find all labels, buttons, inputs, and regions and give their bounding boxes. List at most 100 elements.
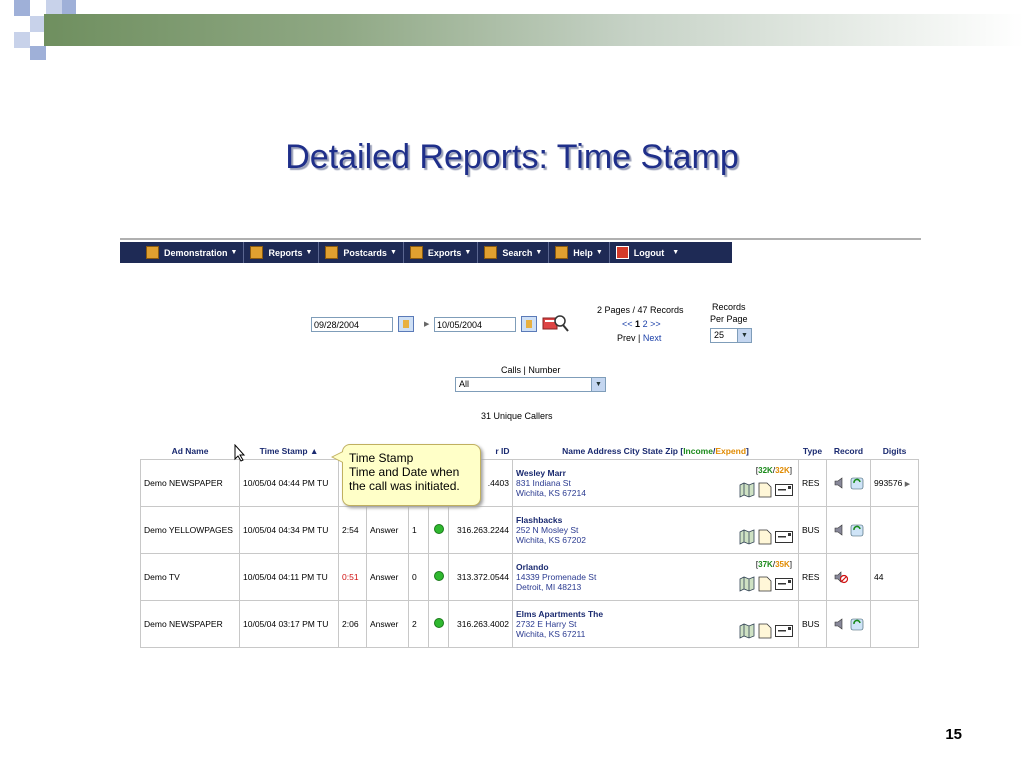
map-icon[interactable] [736, 529, 755, 545]
end-date-input[interactable]: 10/05/2004 [434, 317, 516, 332]
col-record[interactable]: Record [827, 443, 871, 460]
calls-select[interactable]: All ▼ [455, 377, 606, 392]
search-go-icon[interactable] [542, 313, 570, 333]
records-label-2: Per Page [710, 314, 748, 324]
prev-link[interactable]: Prev [617, 333, 636, 343]
search-icon [484, 246, 498, 259]
pager-first[interactable]: << [622, 319, 633, 329]
type-cell: BUS [798, 600, 827, 648]
col-ad-name[interactable]: Ad Name [141, 443, 240, 460]
status-dot-icon [433, 571, 444, 581]
caller-id-cell: 316.263.4002 [448, 600, 513, 648]
duration-cell: 2:54 [338, 506, 367, 554]
speaker-icon[interactable] [830, 618, 847, 630]
postcards-icon [325, 246, 339, 259]
calls-table: Ad Name Time Stamp ▲ r ID Name Address C… [140, 443, 919, 648]
table-row[interactable]: Demo TV 10/05/04 04:11 PM TU 0:51 Answer… [140, 553, 919, 601]
mouse-cursor-icon [234, 444, 246, 462]
col-name-address[interactable]: Name Address City State Zip [Income/Expe… [513, 443, 799, 460]
map-icon[interactable] [736, 623, 755, 639]
document-icon[interactable] [755, 576, 772, 592]
digits-cell: 993576 ▶ [870, 459, 919, 507]
speaker-icon[interactable] [830, 477, 847, 489]
menu-bar: Demonstration ▼ Reports ▼ Postcards ▼ Expor… [120, 242, 732, 263]
status-dot-cell [428, 600, 449, 648]
help-icon [555, 246, 569, 259]
caller-name[interactable]: Flashbacks [516, 515, 795, 525]
caller-name[interactable]: Wesley Marr [516, 468, 795, 478]
pager: << 1 2 >> [622, 319, 661, 329]
status-dot-cell [428, 553, 449, 601]
pages-info: 2 Pages / 47 Records [597, 305, 684, 315]
sort-up-icon: ▲ [309, 446, 319, 456]
digits-cell [870, 600, 919, 648]
tooltip-line-2: the call was initiated. [349, 479, 460, 493]
status-cell: Answer [366, 600, 409, 648]
next-link[interactable]: Next [643, 333, 662, 343]
speaker-icon[interactable] [830, 524, 847, 536]
duration-cell: 0:51 [338, 553, 367, 601]
pager-last[interactable]: >> [650, 319, 661, 329]
map-icon[interactable] [736, 576, 755, 592]
chevron-down-icon: ▼ [591, 378, 605, 391]
end-calendar-icon[interactable] [521, 316, 537, 332]
map-icon[interactable] [736, 482, 755, 498]
menu-exports[interactable]: Exports ▼ [404, 242, 479, 263]
ad-name-cell: Demo NEWSPAPER [140, 459, 240, 507]
mail-icon[interactable] [772, 625, 793, 637]
count-cell: 0 [408, 553, 429, 601]
start-date-input[interactable]: 09/28/2004 [311, 317, 393, 332]
table-row[interactable]: Demo NEWSPAPER 10/05/04 04:44 PM TU .440… [140, 459, 919, 507]
menu-postcards[interactable]: Postcards ▼ [319, 242, 404, 263]
record-cell [826, 506, 871, 554]
menu-logout[interactable]: Logout ▼ [610, 242, 689, 263]
col-time-stamp[interactable]: Time Stamp ▲ [240, 443, 339, 460]
no-recording-icon [830, 571, 849, 584]
demonstration-icon [146, 246, 159, 259]
records-per-page-select[interactable]: 25 ▼ [710, 328, 752, 343]
table-row[interactable]: Demo NEWSPAPER 10/05/04 03:17 PM TU 2:06… [140, 600, 919, 648]
chevron-down-icon: ▼ [737, 329, 751, 342]
pager-page-2[interactable]: 2 [643, 319, 648, 329]
status-dot-icon [433, 524, 444, 534]
time-stamp-cell: 10/05/04 04:44 PM TU [239, 459, 339, 507]
status-dot-cell [428, 506, 449, 554]
recycle-icon[interactable] [847, 618, 864, 631]
time-stamp-cell: 10/05/04 04:34 PM TU [239, 506, 339, 554]
record-cell [826, 459, 871, 507]
ad-name-cell: Demo NEWSPAPER [140, 600, 240, 648]
tooltip-title: Time Stamp [349, 451, 414, 465]
start-calendar-icon[interactable] [398, 316, 414, 332]
logout-icon [615, 246, 629, 259]
menu-demonstration[interactable]: Demonstration ▼ [140, 242, 245, 263]
digits-cell: 44 [870, 553, 919, 601]
recycle-icon[interactable] [847, 524, 864, 537]
play-arrow-icon[interactable]: ▶ [905, 481, 910, 488]
name-address-cell: [37K/35K] Orlando 14339 Promenade St Det… [512, 553, 799, 601]
pager-current: 1 [635, 319, 641, 329]
tooltip-line-1: Time and Date when [349, 465, 460, 479]
status-dot-icon [433, 618, 444, 628]
slide-number: 15 [945, 726, 962, 743]
col-digits[interactable]: Digits [871, 443, 919, 460]
name-address-cell: Elms Apartments The 2732 E Harry St Wich… [512, 600, 799, 648]
document-icon[interactable] [755, 529, 772, 545]
caller-name[interactable]: Elms Apartments The [516, 609, 795, 619]
status-cell: Answer [366, 506, 409, 554]
mail-icon[interactable] [772, 578, 793, 590]
time-stamp-tooltip: Time Stamp Time and Date when the call w… [331, 444, 481, 506]
menu-search[interactable]: Search ▼ [478, 242, 550, 263]
mail-icon[interactable] [772, 531, 793, 543]
menu-help[interactable]: Help ▼ [549, 242, 610, 263]
caller-name[interactable]: Orlando [516, 562, 795, 572]
table-row[interactable]: Demo YELLOWPAGES 10/05/04 04:34 PM TU 2:… [140, 506, 919, 554]
report-screenshot: Demonstration ▼ Reports ▼ Postcards ▼ Expor… [120, 238, 921, 652]
document-icon[interactable] [755, 482, 772, 498]
document-icon[interactable] [755, 623, 772, 639]
menu-reports[interactable]: Reports ▼ [244, 242, 320, 263]
mail-icon[interactable] [772, 484, 793, 496]
exports-icon [409, 246, 423, 259]
col-type[interactable]: Type [799, 443, 827, 460]
recycle-icon[interactable] [847, 477, 864, 490]
caller-id-cell: 316.263.2244 [448, 506, 513, 554]
